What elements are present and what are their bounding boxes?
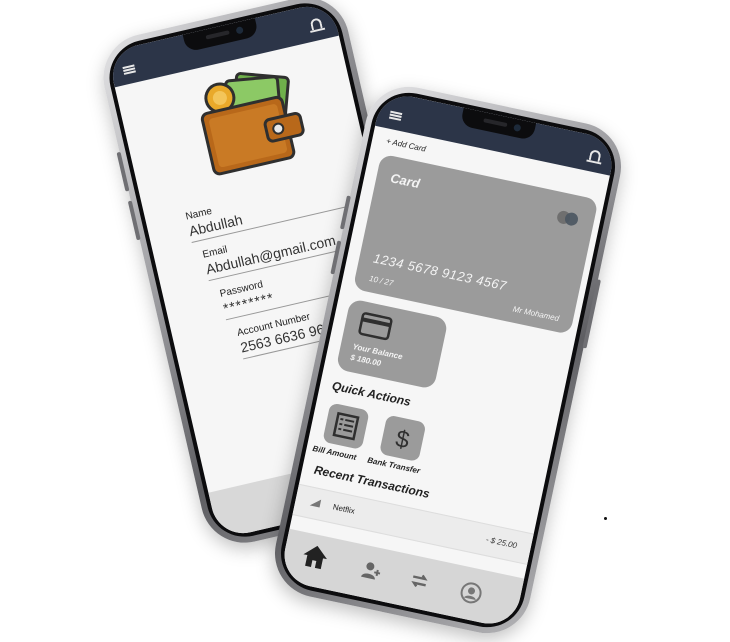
transaction-name: Netflix [332,502,356,516]
profile-icon[interactable] [458,580,484,606]
decorative-dot [604,517,607,520]
card-holder: Mr Mohamed [511,304,560,324]
card-title: Card [389,170,422,192]
menu-icon[interactable] [388,110,403,121]
wallet-icon [200,72,305,176]
menu-icon[interactable] [122,64,136,75]
dollar-icon: $ [393,425,412,454]
signal-icon [309,499,322,508]
add-user-icon[interactable] [359,559,383,583]
bell-icon[interactable] [309,17,323,31]
bill-amount-button[interactable] [322,402,370,450]
add-card-link[interactable]: + Add Card [385,136,426,153]
bell-icon[interactable] [588,149,602,163]
balance-card[interactable]: Your Balance $ 180.00 [335,298,449,390]
card-number: 1234 5678 9123 4567 [372,250,509,294]
transfer-icon[interactable] [408,569,432,593]
transaction-amount: - $ 25.00 [485,534,518,551]
bank-transfer-button[interactable]: $ [379,414,427,463]
card-expiry: 10 / 27 [368,273,395,288]
receipt-icon [332,411,360,441]
home-icon[interactable] [300,542,330,571]
credit-card-icon [358,312,393,341]
svg-text:$: $ [393,425,412,454]
card-brand-icon [563,211,580,227]
